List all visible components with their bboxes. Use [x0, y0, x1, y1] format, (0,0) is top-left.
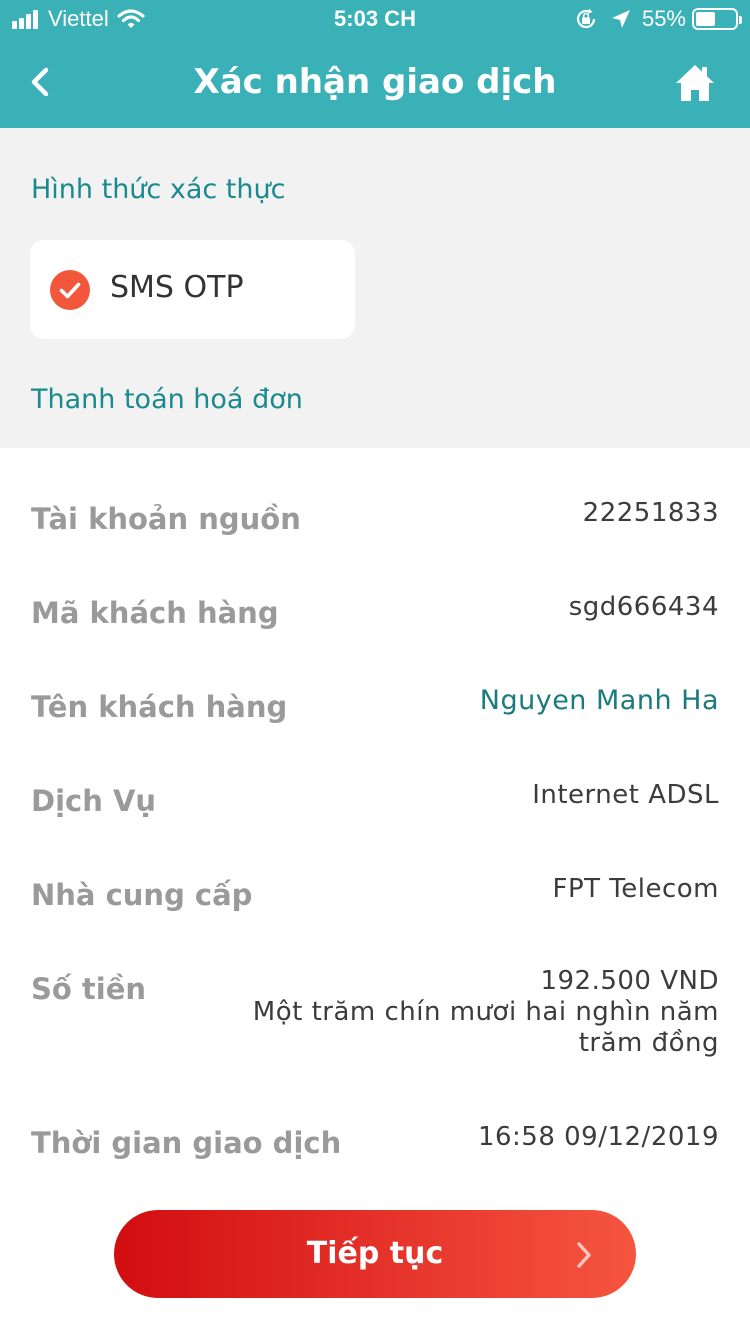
continue-label: Tiếp tục	[306, 1236, 444, 1271]
status-right: 55%	[574, 6, 742, 32]
transaction-time-value: 16:58 09/12/2019	[477, 1122, 719, 1152]
source-account-label: Tài khoản nguồn	[31, 502, 301, 536]
sms-otp-label: SMS OTP	[110, 270, 244, 305]
orientation-lock-icon	[576, 8, 596, 29]
customer-code-label: Mã khách hàng	[31, 596, 279, 630]
battery-icon	[692, 8, 742, 30]
provider-label: Nhà cung cấp	[31, 878, 253, 912]
amount-in-words: Một trăm chín mươi hai nghìn năm trăm đồ…	[252, 997, 719, 1058]
sms-otp-option[interactable]: SMS OTP	[30, 240, 355, 339]
customer-name-label: Tên khách hàng	[31, 690, 288, 724]
service-label: Dịch Vụ	[31, 784, 157, 818]
page-title: Xác nhận giao dịch	[193, 62, 557, 102]
location-arrow-icon	[611, 10, 630, 28]
provider-value: FPT Telecom	[552, 874, 719, 904]
auth-section: Hình thức xác thực SMS OTP Thanh toán ho…	[0, 128, 750, 448]
customer-code-value: sgd666434	[568, 592, 719, 622]
amount-label: Số tiền	[31, 972, 147, 1006]
check-icon	[50, 270, 90, 310]
header: Viettel 5:03 CH 55% Xác nhận giao dịch	[0, 0, 750, 128]
battery-percent: 55%	[641, 6, 686, 31]
continue-button[interactable]: Tiếp tục	[114, 1210, 636, 1298]
battery-fill	[696, 12, 716, 26]
payment-section-label: Thanh toán hoá đơn	[31, 384, 303, 415]
home-icon[interactable]	[674, 62, 716, 104]
status-bar: Viettel 5:03 CH 55%	[0, 0, 750, 40]
transaction-time-label: Thời gian giao dịch	[31, 1126, 342, 1160]
chevron-right-icon	[577, 1242, 591, 1268]
amount-block: 192.500 VND Một trăm chín mươi hai nghìn…	[249, 966, 719, 1059]
battery-cap	[739, 16, 742, 24]
auth-section-label: Hình thức xác thực	[31, 174, 286, 205]
service-value: Internet ADSL	[532, 780, 719, 810]
customer-name-value: Nguyen Manh Ha	[479, 685, 719, 716]
source-account-value: 22251833	[582, 498, 719, 528]
amount-value: 192.500 VND	[540, 966, 719, 996]
